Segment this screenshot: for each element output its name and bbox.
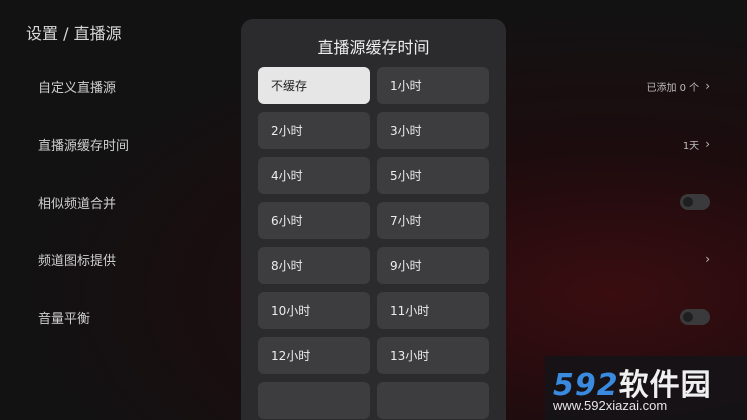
- option-button[interactable]: [377, 382, 489, 419]
- setting-label: 自定义直播源: [38, 80, 117, 96]
- setting-label: 频道图标提供: [38, 253, 117, 269]
- volume-balance-toggle[interactable]: [680, 309, 710, 325]
- option-button[interactable]: 13小时: [377, 337, 489, 374]
- option-button[interactable]: 6小时: [258, 202, 370, 239]
- setting-value: ›: [705, 252, 710, 266]
- option-button[interactable]: 5小时: [377, 157, 489, 194]
- setting-label: 直播源缓存时间: [38, 138, 130, 154]
- dialog-title: 直播源缓存时间: [317, 38, 430, 57]
- setting-value: 已添加 0 个 ›: [646, 79, 710, 94]
- option-button[interactable]: 不缓存: [258, 67, 370, 104]
- setting-value-text: 1天: [682, 140, 700, 152]
- option-button[interactable]: 7小时: [377, 202, 489, 239]
- chevron-right-icon: ›: [705, 137, 710, 151]
- chevron-right-icon: ›: [705, 252, 710, 266]
- option-button[interactable]: 10小时: [258, 292, 370, 329]
- option-button[interactable]: 9小时: [377, 247, 489, 284]
- option-button[interactable]: 11小时: [377, 292, 489, 329]
- watermark-url: www.592xiazai.com: [553, 398, 668, 413]
- option-button[interactable]: 4小时: [258, 157, 370, 194]
- option-button[interactable]: 2小时: [258, 112, 370, 149]
- merge-channels-toggle[interactable]: [680, 194, 710, 210]
- option-button[interactable]: 1小时: [377, 67, 489, 104]
- option-button[interactable]: [258, 382, 370, 419]
- setting-label: 音量平衡: [38, 311, 91, 327]
- chevron-right-icon: ›: [705, 79, 710, 93]
- setting-value: 1天 ›: [683, 137, 710, 152]
- option-button[interactable]: 3小时: [377, 112, 489, 149]
- option-button[interactable]: 12小时: [258, 337, 370, 374]
- option-button[interactable]: 8小时: [258, 247, 370, 284]
- site-watermark: 592软件园 www.592xiazai.com: [545, 356, 747, 420]
- setting-label: 相似频道合并: [38, 196, 117, 212]
- setting-value-text: 已添加 0 个: [646, 82, 700, 94]
- cache-time-dialog: 直播源缓存时间 不缓存 1小时 2小时 3小时 4小时 5小时 6小时 7小时 …: [241, 19, 506, 420]
